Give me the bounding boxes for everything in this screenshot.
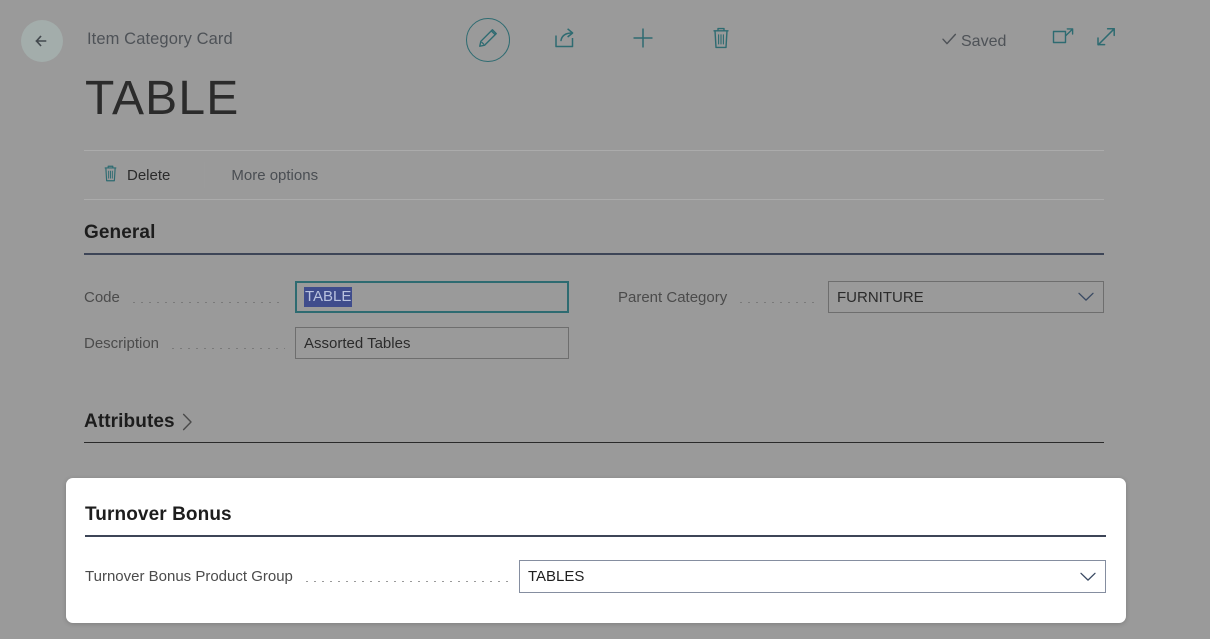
more-options-label: More options — [231, 167, 318, 184]
action-bar: Delete More options — [84, 150, 1104, 200]
share-button[interactable] — [549, 24, 581, 56]
parent-category-field-row: Parent Category FURNITURE — [618, 281, 1104, 313]
breadcrumb[interactable]: Item Category Card — [87, 30, 233, 49]
trash-icon — [710, 26, 732, 55]
parent-category-value: FURNITURE — [837, 289, 924, 306]
leader-dots — [303, 581, 509, 582]
turnover-bonus-panel: Turnover Bonus Turnover Bonus Product Gr… — [66, 478, 1126, 623]
delete-button[interactable] — [705, 24, 737, 56]
parent-category-select[interactable]: FURNITURE — [828, 281, 1104, 313]
description-input[interactable]: Assorted Tables — [295, 327, 569, 359]
general-section-header: General — [84, 222, 1104, 255]
description-field-row: Description Assorted Tables — [84, 327, 569, 359]
share-icon — [552, 25, 578, 56]
code-input[interactable]: TABLE — [295, 281, 569, 313]
page-title: TABLE — [85, 70, 240, 128]
delete-action-label: Delete — [127, 167, 170, 184]
edit-button[interactable] — [466, 18, 510, 62]
description-input-value: Assorted Tables — [304, 335, 410, 352]
trash-icon — [102, 164, 119, 187]
back-button[interactable] — [21, 20, 63, 62]
code-field-row: Code TABLE — [84, 281, 569, 313]
saved-label: Saved — [961, 33, 1006, 51]
turnover-bonus-product-group-select[interactable]: TABLES — [519, 560, 1106, 593]
check-icon — [940, 30, 958, 53]
delete-action[interactable]: Delete — [98, 164, 174, 187]
leader-dots — [737, 302, 818, 303]
pencil-icon — [477, 27, 499, 54]
expand-button[interactable] — [1092, 25, 1120, 53]
leader-dots — [169, 348, 285, 349]
section-divider — [84, 253, 1104, 255]
turnover-bonus-product-group-field-row: Turnover Bonus Product Group TABLES — [85, 560, 1106, 593]
attributes-section-title-row: Attributes — [84, 411, 1104, 442]
open-in-new-window-icon — [1052, 25, 1076, 54]
plus-icon — [629, 24, 657, 57]
turnover-bonus-section-header: Turnover Bonus — [85, 504, 1106, 537]
action-separator — [204, 162, 205, 188]
general-section-title: General — [84, 222, 1104, 253]
page-header: Item Category Card — [0, 0, 1210, 72]
arrow-left-icon — [31, 30, 53, 52]
section-divider — [84, 442, 1104, 443]
more-options-action[interactable]: More options — [227, 167, 322, 184]
turnover-bonus-section-title: Turnover Bonus — [85, 504, 1106, 535]
attributes-section-title: Attributes — [84, 411, 175, 433]
leader-dots — [130, 302, 285, 303]
open-in-new-window-button[interactable] — [1050, 25, 1078, 53]
expand-icon — [1094, 25, 1118, 54]
chevron-down-icon[interactable] — [1069, 292, 1103, 302]
status-badge: Saved — [940, 30, 1006, 53]
turnover-bonus-product-group-label: Turnover Bonus Product Group — [85, 568, 293, 585]
turnover-bonus-product-group-value: TABLES — [528, 568, 584, 585]
chevron-down-icon[interactable] — [1071, 572, 1105, 582]
new-button[interactable] — [627, 24, 659, 56]
code-field-label: Code — [84, 289, 120, 306]
description-field-label: Description — [84, 335, 159, 352]
code-input-value: TABLE — [304, 287, 352, 307]
parent-category-field-label: Parent Category — [618, 289, 727, 306]
attributes-section-header[interactable]: Attributes — [84, 411, 1104, 443]
section-divider — [85, 535, 1106, 537]
chevron-right-icon[interactable] — [182, 413, 193, 431]
